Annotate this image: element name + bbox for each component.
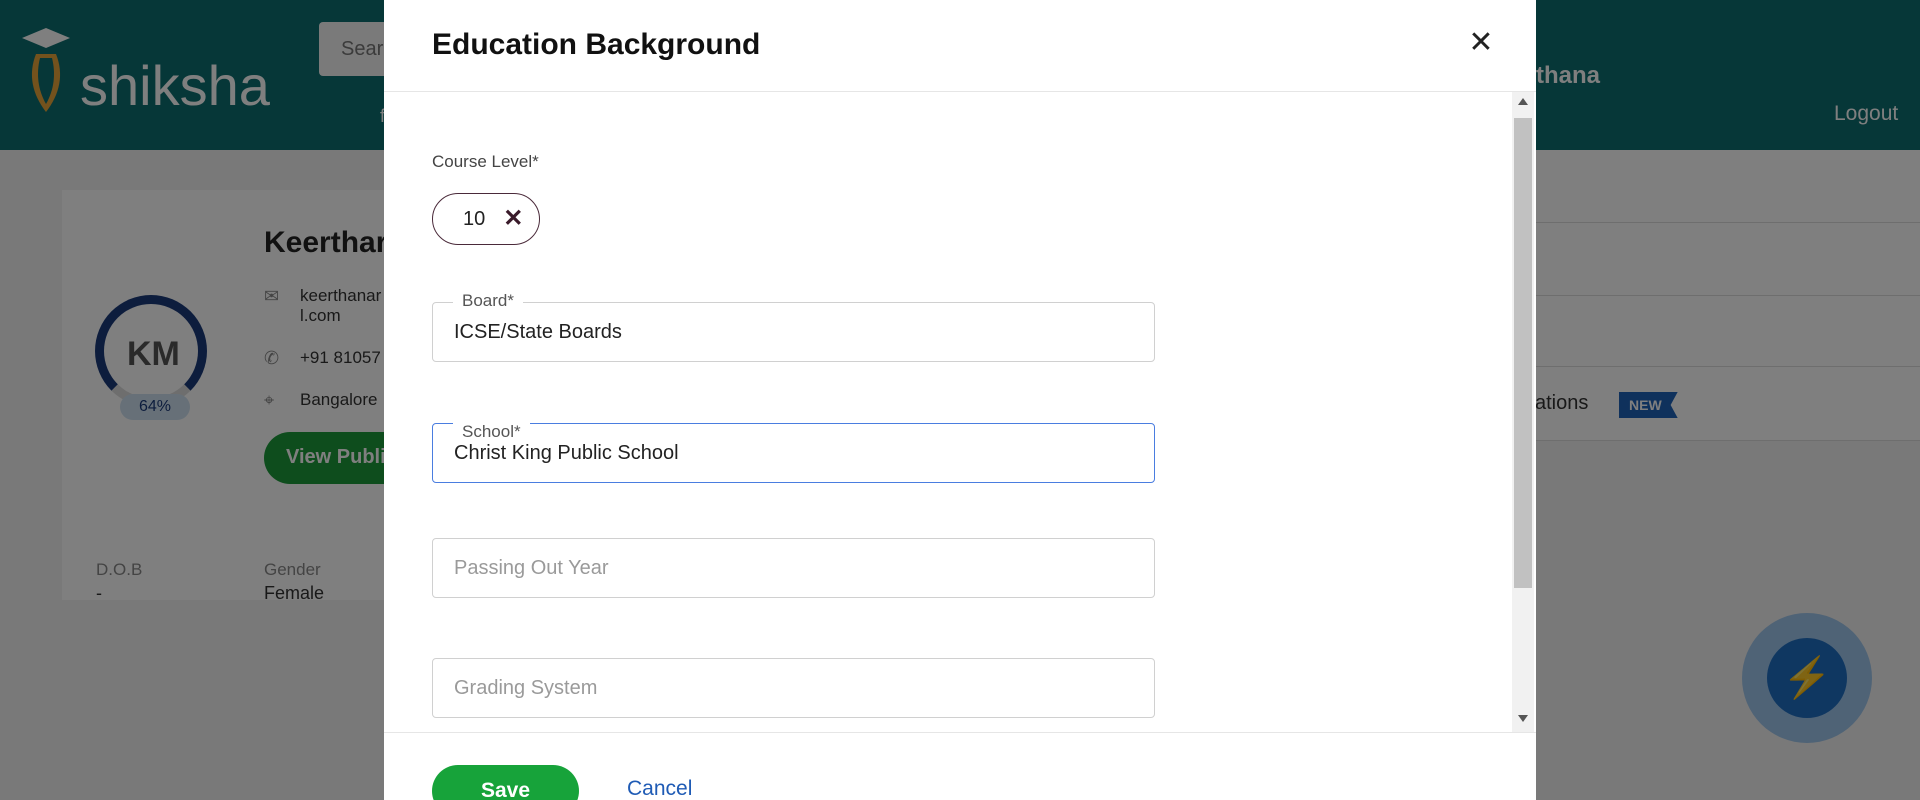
- grading-system-input[interactable]: [433, 659, 1154, 717]
- cancel-link[interactable]: Cancel: [627, 777, 692, 800]
- scroll-down-arrow-icon[interactable]: [1518, 715, 1528, 722]
- modal-header: Education Background ✕: [384, 0, 1536, 92]
- passing-out-year-field[interactable]: [432, 538, 1155, 598]
- board-input[interactable]: [433, 303, 1154, 361]
- close-icon[interactable]: ✕: [1466, 28, 1496, 58]
- course-level-chip-value: 10: [463, 207, 486, 230]
- school-field[interactable]: School*: [432, 422, 1155, 483]
- modal-scrollbar[interactable]: [1512, 92, 1534, 732]
- scroll-up-arrow-icon[interactable]: [1518, 98, 1528, 105]
- scroll-thumb[interactable]: [1514, 118, 1532, 588]
- course-level-label: Course Level*: [432, 152, 539, 171]
- modal-title: Education Background: [432, 28, 761, 61]
- school-input[interactable]: [433, 424, 1154, 482]
- education-background-modal: Education Background ✕ Course Level* 10 …: [384, 0, 1536, 800]
- modal-footer: Save Cancel: [384, 732, 1536, 800]
- save-button[interactable]: Save: [432, 765, 579, 800]
- school-label: School*: [453, 422, 530, 442]
- course-level-chip[interactable]: 10 ✕: [432, 193, 540, 245]
- modal-body: Course Level* 10 ✕ Board* School*: [384, 92, 1510, 732]
- passing-out-year-input[interactable]: [433, 539, 1154, 597]
- remove-chip-icon[interactable]: ✕: [503, 207, 523, 231]
- board-label: Board*: [453, 291, 523, 311]
- board-field[interactable]: Board*: [432, 291, 1155, 362]
- grading-system-field[interactable]: [432, 658, 1155, 718]
